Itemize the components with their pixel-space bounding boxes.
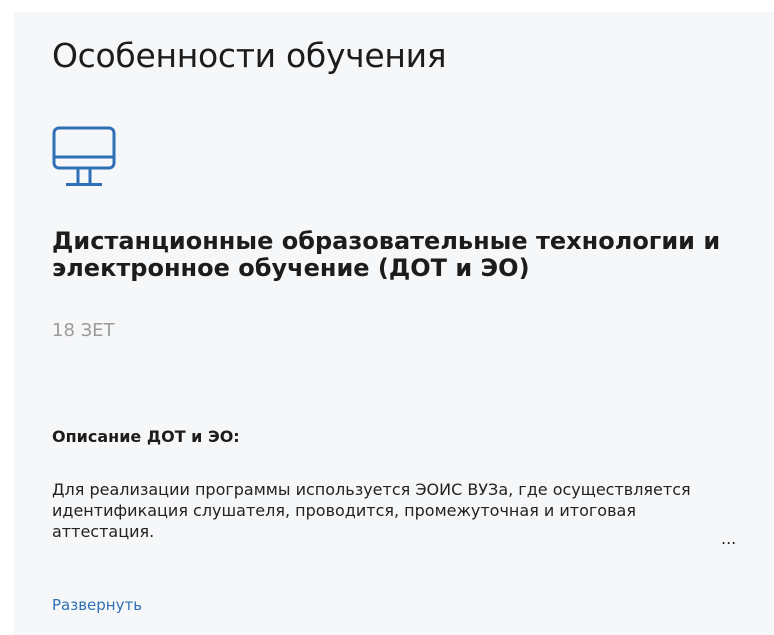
truncation-ellipsis: ... <box>721 529 737 548</box>
credits-value: 18 ЗЕТ <box>52 320 115 341</box>
learning-format-heading: Дистанционные образовательные технологии… <box>52 227 721 282</box>
description-heading: Описание ДОТ и ЭО: <box>52 427 240 446</box>
learning-features-card: Особенности обучения Дистанционные образ… <box>14 12 774 635</box>
expand-link[interactable]: Развернуть <box>52 596 142 614</box>
page-title: Особенности обучения <box>52 36 447 75</box>
monitor-icon <box>52 126 116 186</box>
description-text: Для реализации программы используется ЭО… <box>52 480 691 541</box>
